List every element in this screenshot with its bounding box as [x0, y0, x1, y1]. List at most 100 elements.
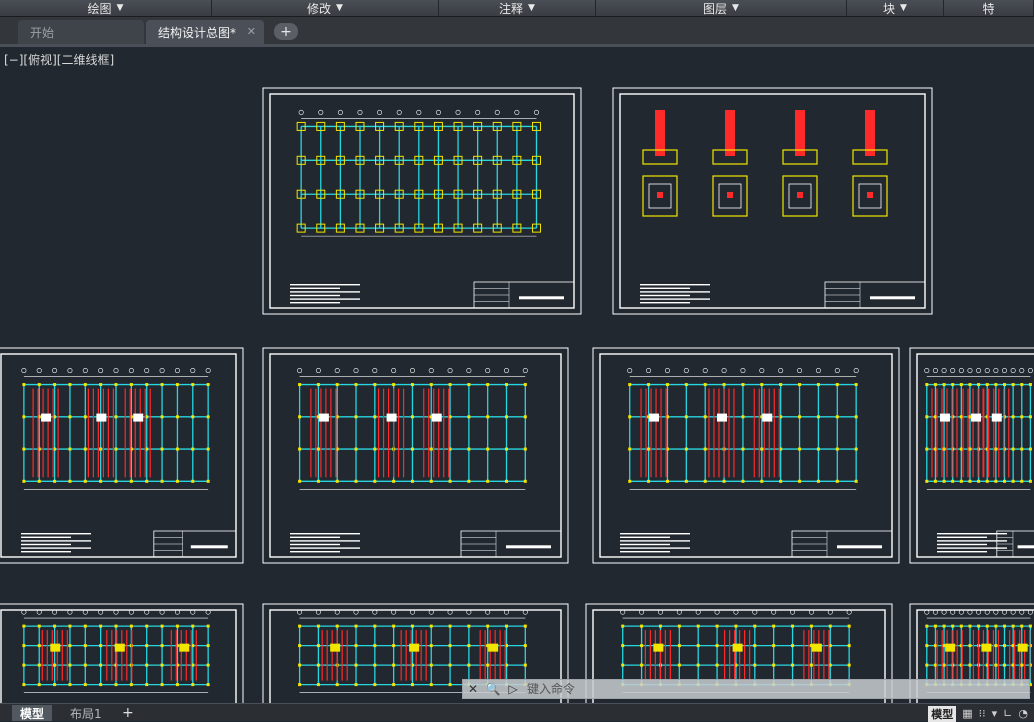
column: [835, 415, 839, 419]
column: [1028, 415, 1032, 419]
column: [677, 644, 681, 648]
column: [977, 624, 981, 628]
column: [410, 383, 414, 387]
column: [504, 383, 508, 387]
axis-bubble: [514, 109, 520, 115]
slab-tag: [409, 643, 420, 652]
column: [68, 479, 72, 483]
polar-icon[interactable]: ◔: [1018, 707, 1028, 720]
column: [816, 383, 820, 387]
column: [760, 383, 764, 387]
column: [1020, 663, 1024, 667]
column: [715, 644, 719, 648]
add-layout-button[interactable]: +: [118, 705, 138, 721]
viewport-controls[interactable]: [−][俯视][二维线框]: [4, 51, 114, 68]
column: [1003, 644, 1006, 648]
axis-bubble: [190, 368, 196, 374]
axis-bubble: [533, 109, 539, 115]
slab-tag: [732, 643, 743, 652]
general-notes-line: [937, 536, 987, 538]
chevron-down-icon[interactable]: ▾: [992, 707, 998, 720]
axis-bubble: [993, 368, 999, 374]
ribbon-panel-layers[interactable]: 图层 ▼: [596, 0, 847, 16]
ribbon-panel-draw[interactable]: 绘图 ▼: [0, 0, 212, 16]
model-space-toggle[interactable]: 模型: [928, 705, 957, 722]
tab-start[interactable]: 开始: [18, 20, 144, 44]
axis-bubble: [1027, 368, 1033, 374]
column: [933, 663, 937, 667]
column: [467, 479, 471, 483]
column: [114, 624, 118, 628]
column: [22, 683, 26, 687]
ribbon-panel-label: 注释: [499, 1, 524, 16]
general-notes-line: [640, 287, 690, 289]
axis-bubble: [377, 109, 383, 115]
column: [429, 624, 433, 628]
command-input[interactable]: [523, 681, 911, 697]
tab-layout1[interactable]: 布局1: [62, 705, 110, 721]
column: [392, 383, 396, 387]
column: [696, 624, 700, 628]
column: [760, 447, 764, 451]
ribbon-panel-annotate[interactable]: 注释 ▼: [439, 0, 596, 16]
ribbon-panel-modify[interactable]: 修改 ▼: [212, 0, 439, 16]
column: [145, 683, 149, 687]
column: [99, 663, 103, 667]
drawing-frame: [619, 93, 926, 309]
column: [298, 415, 302, 419]
ribbon-panel-properties[interactable]: 特: [944, 0, 1034, 16]
close-icon[interactable]: ✕: [463, 680, 483, 698]
column: [523, 479, 527, 483]
slab-tag: [179, 643, 190, 652]
column: [410, 624, 414, 628]
column: [847, 624, 851, 628]
column: [703, 447, 707, 451]
column: [83, 683, 87, 687]
column: [828, 624, 832, 628]
general-notes-line: [290, 551, 340, 553]
slab-tag: [488, 643, 499, 652]
tab-model[interactable]: 模型: [12, 705, 53, 721]
column: [373, 383, 377, 387]
column: [684, 479, 688, 483]
column: [354, 644, 358, 648]
general-notes-line: [21, 533, 91, 535]
column: [467, 663, 471, 667]
tab-drawing[interactable]: 结构设计总图* ✕: [146, 20, 264, 44]
ribbon-panel-block[interactable]: 块 ▼: [847, 0, 944, 16]
column: [191, 624, 195, 628]
column: [994, 663, 998, 667]
column: [684, 383, 688, 387]
close-icon[interactable]: ✕: [247, 25, 256, 38]
command-prompt-icon[interactable]: ▷: [503, 680, 523, 698]
general-notes-line: [290, 302, 340, 304]
general-notes-line: [290, 533, 360, 535]
column: [37, 383, 41, 387]
slab-tag: [431, 413, 442, 422]
column: [968, 415, 972, 419]
column: [37, 644, 41, 648]
column: [354, 415, 358, 419]
column: [354, 479, 358, 483]
column: [647, 479, 651, 483]
column: [316, 624, 320, 628]
column: [658, 624, 662, 628]
ortho-icon[interactable]: ∟: [1003, 707, 1012, 720]
snap-icon[interactable]: ⁝⁝: [979, 707, 986, 720]
grid-icon[interactable]: ▦: [962, 707, 972, 720]
slab-tag: [41, 413, 52, 422]
column: [206, 663, 210, 667]
column: [994, 644, 998, 648]
column: [145, 624, 149, 628]
axis-bubble: [1001, 368, 1007, 374]
column: [206, 415, 210, 419]
new-tab-button[interactable]: +: [274, 23, 298, 40]
column: [715, 624, 719, 628]
column: [467, 383, 471, 387]
drawing-canvas[interactable]: [0, 0, 1034, 720]
column: [640, 663, 644, 667]
search-icon[interactable]: 🔍: [483, 680, 503, 698]
column: [1028, 447, 1032, 451]
axis-bubble: [958, 368, 964, 374]
column: [410, 479, 414, 483]
